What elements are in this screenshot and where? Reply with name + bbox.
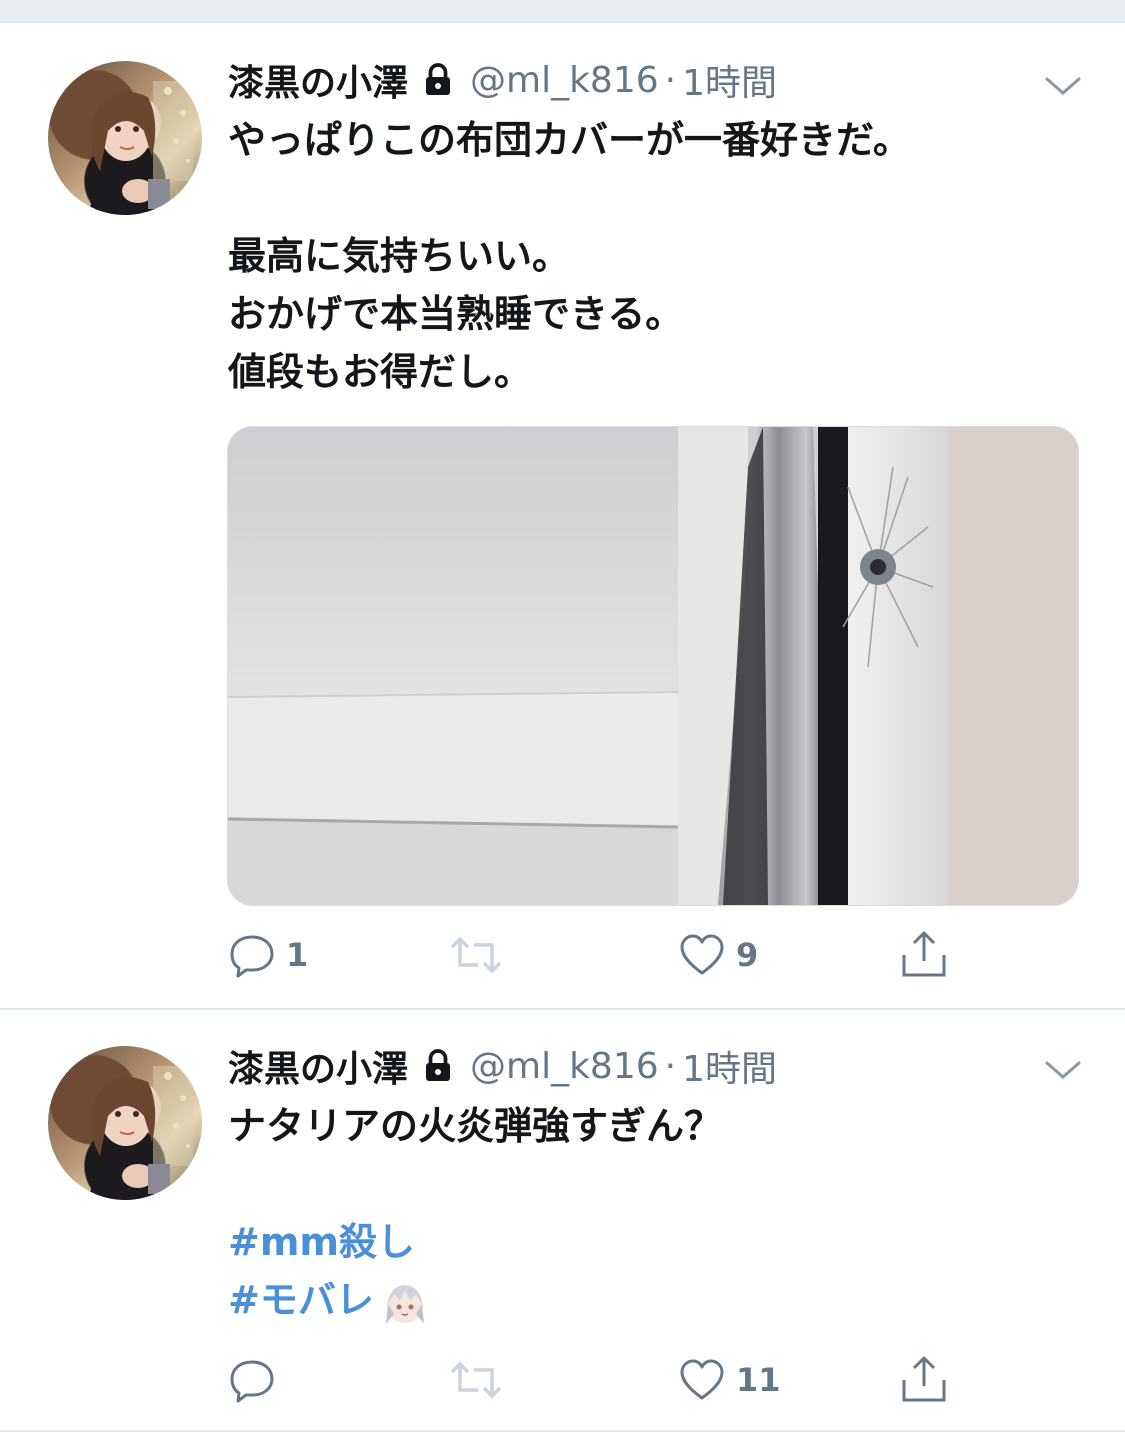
share-icon bbox=[902, 931, 946, 977]
author-name[interactable]: 漆黒の小澤 bbox=[228, 54, 408, 106]
tweet-header: 漆黒の小澤 @ml_k816 · 1時間 bbox=[228, 1041, 777, 1091]
tweet-text-line: 値段もお得だし。 bbox=[228, 350, 533, 394]
lock-icon bbox=[426, 63, 451, 95]
hashtag-link[interactable]: #mm殺し bbox=[228, 1213, 1088, 1271]
retweet-icon bbox=[450, 1361, 502, 1399]
author-handle[interactable]: @ml_k816 bbox=[470, 1046, 659, 1087]
reply-count: 1 bbox=[286, 936, 309, 974]
tweet-1[interactable]: 漆黒の小澤 @ml_k816 · 1時間 やっぱりこの布団カバーが一番好きだ。 … bbox=[0, 23, 1125, 1010]
tweet-2[interactable]: 漆黒の小澤 @ml_k816 · 1時間 ナタリアの火炎弾強すぎん？ #mm殺し… bbox=[0, 1010, 1125, 1432]
separator-dot: · bbox=[664, 59, 677, 101]
author-handle[interactable]: @ml_k816 bbox=[470, 60, 659, 101]
author-name[interactable]: 漆黒の小澤 bbox=[228, 1040, 408, 1092]
character-emoji-icon bbox=[385, 1284, 424, 1324]
timestamp[interactable]: 1時間 bbox=[682, 1040, 777, 1092]
like-icon bbox=[680, 1359, 724, 1400]
like-count: 11 bbox=[736, 1361, 781, 1399]
chevron-down-icon[interactable] bbox=[1043, 71, 1083, 101]
like-count: 9 bbox=[736, 936, 759, 974]
reply-button[interactable]: 1 bbox=[228, 925, 308, 985]
tweet-text-line: 最高に気持ちいい。 bbox=[228, 234, 571, 278]
tweet-text: ナタリアの火炎弾強すぎん？ #mm殺し #モバレ bbox=[228, 1097, 1088, 1329]
retweet-button[interactable] bbox=[448, 1350, 504, 1410]
retweet-button[interactable] bbox=[448, 925, 504, 985]
reply-icon bbox=[230, 1360, 274, 1403]
timestamp[interactable]: 1時間 bbox=[682, 54, 777, 106]
share-icon bbox=[902, 1356, 946, 1402]
tweet-text: やっぱりこの布団カバーが一番好きだ。 最高に気持ちいい。 おかげで本当熟睡できる… bbox=[228, 111, 1088, 401]
tweet-text-line bbox=[228, 1155, 1088, 1213]
tweet-actions: 1 9 bbox=[228, 925, 988, 985]
like-button[interactable]: 9 bbox=[678, 925, 758, 985]
tweet-header: 漆黒の小澤 @ml_k816 · 1時間 bbox=[228, 55, 777, 105]
hashtag-link[interactable]: #モバレ bbox=[228, 1278, 374, 1322]
tweet-text-line bbox=[228, 169, 1088, 227]
like-button[interactable]: 11 bbox=[678, 1350, 781, 1410]
tweet-text-line: やっぱりこの布団カバーが一番好きだ。 bbox=[228, 118, 911, 162]
top-separator-strip bbox=[0, 0, 1125, 23]
avatar[interactable] bbox=[48, 61, 202, 215]
tweet-media-photo[interactable] bbox=[227, 426, 1079, 906]
like-icon bbox=[680, 934, 724, 975]
reply-icon bbox=[230, 935, 274, 978]
lock-icon bbox=[426, 1049, 451, 1081]
reply-button[interactable] bbox=[228, 1350, 286, 1410]
avatar[interactable] bbox=[48, 1046, 202, 1200]
chevron-down-icon[interactable] bbox=[1043, 1055, 1083, 1085]
share-button[interactable] bbox=[900, 1350, 948, 1410]
tweet-text-line: おかげで本当熟睡できる。 bbox=[228, 292, 684, 336]
tweet-text-line: ナタリアの火炎弾強すぎん？ bbox=[228, 1104, 723, 1148]
hashtag-line: #モバレ bbox=[228, 1271, 1088, 1329]
share-button[interactable] bbox=[900, 925, 948, 985]
retweet-icon bbox=[450, 936, 502, 974]
separator-dot: · bbox=[664, 1045, 677, 1087]
tweet-actions: 11 bbox=[228, 1350, 988, 1410]
